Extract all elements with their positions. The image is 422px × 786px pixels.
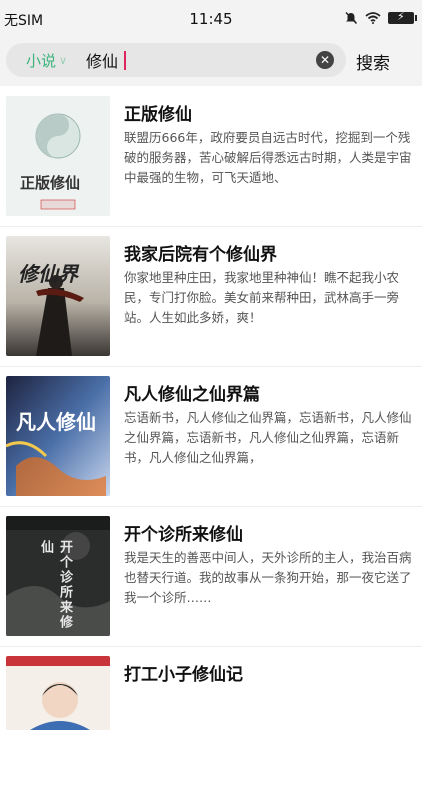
book-description: 联盟历666年，政府要员自远古时代，挖掘到一个残破的服务器，苦心破解后得悉远古时…	[124, 130, 412, 185]
book-cover: 凡人修仙	[6, 376, 110, 496]
cover-title: 开个诊所来修仙	[38, 540, 72, 630]
book-cover	[6, 656, 110, 776]
silent-icon	[345, 11, 358, 25]
search-input[interactable]	[86, 50, 306, 70]
list-item[interactable]: 凡人修仙 凡人修仙之仙界篇 忘语新书，凡人修仙之仙界篇，忘语新书，凡人修仙之仙界…	[0, 366, 422, 507]
book-title: 我家后院有个修仙界	[124, 245, 277, 265]
status-icons: ⚡	[344, 10, 417, 25]
cover-title: 正版修仙	[20, 174, 81, 192]
search-header: 小说 ∨ ✕ 搜索	[0, 38, 422, 86]
scope-select[interactable]: 小说 ∨	[26, 50, 67, 71]
wifi-icon	[365, 12, 381, 24]
search-box: 小说 ∨ ✕	[6, 43, 346, 77]
clear-icon[interactable]: ✕	[316, 51, 334, 69]
search-button[interactable]: 搜索	[356, 49, 390, 74]
cover-title: 凡人修仙	[16, 410, 96, 434]
book-cover: 开个诊所来修仙	[6, 516, 110, 636]
chevron-down-icon: ∨	[59, 54, 68, 67]
scope-label: 小说	[26, 52, 57, 70]
cover-title: 修仙界	[18, 262, 78, 286]
text-cursor	[124, 51, 126, 70]
book-cover: 正版修仙	[6, 96, 110, 216]
battery-charging-icon: ⚡	[388, 10, 417, 24]
book-description: 你家地里种庄田，我家地里种神仙！瞧不起我小农民，专门打你脸。美女前来帮种田，武林…	[124, 270, 400, 325]
book-description: 忘语新书，凡人修仙之仙界篇，忘语新书，凡人修仙之仙界篇，忘语新书，凡人修仙之仙界…	[124, 410, 412, 465]
list-item[interactable]: 修仙界 我家后院有个修仙界 你家地里种庄田，我家地里种神仙！瞧不起我小农民，专门…	[0, 226, 422, 367]
book-cover: 修仙界	[6, 236, 110, 356]
book-title: 凡人修仙之仙界篇	[124, 385, 260, 405]
list-item[interactable]: 正版修仙 正版修仙 联盟历666年，政府要员自远古时代，挖掘到一个残破的服务器，…	[0, 86, 422, 227]
book-title: 开个诊所来修仙	[124, 525, 243, 545]
book-description: 我是天生的善恶中间人，天外诊所的主人，我治百病也替天行道。我的故事从一条狗开始，…	[124, 550, 412, 605]
book-title: 正版修仙	[124, 105, 192, 125]
list-item[interactable]: 打工小子修仙记	[0, 646, 422, 786]
status-bar: 无SIM 11:45 ⚡	[0, 0, 422, 38]
list-item[interactable]: 开个诊所来修仙 开个诊所来修仙 我是天生的善恶中间人，天外诊所的主人，我治百病也…	[0, 506, 422, 647]
book-title: 打工小子修仙记	[124, 665, 243, 685]
